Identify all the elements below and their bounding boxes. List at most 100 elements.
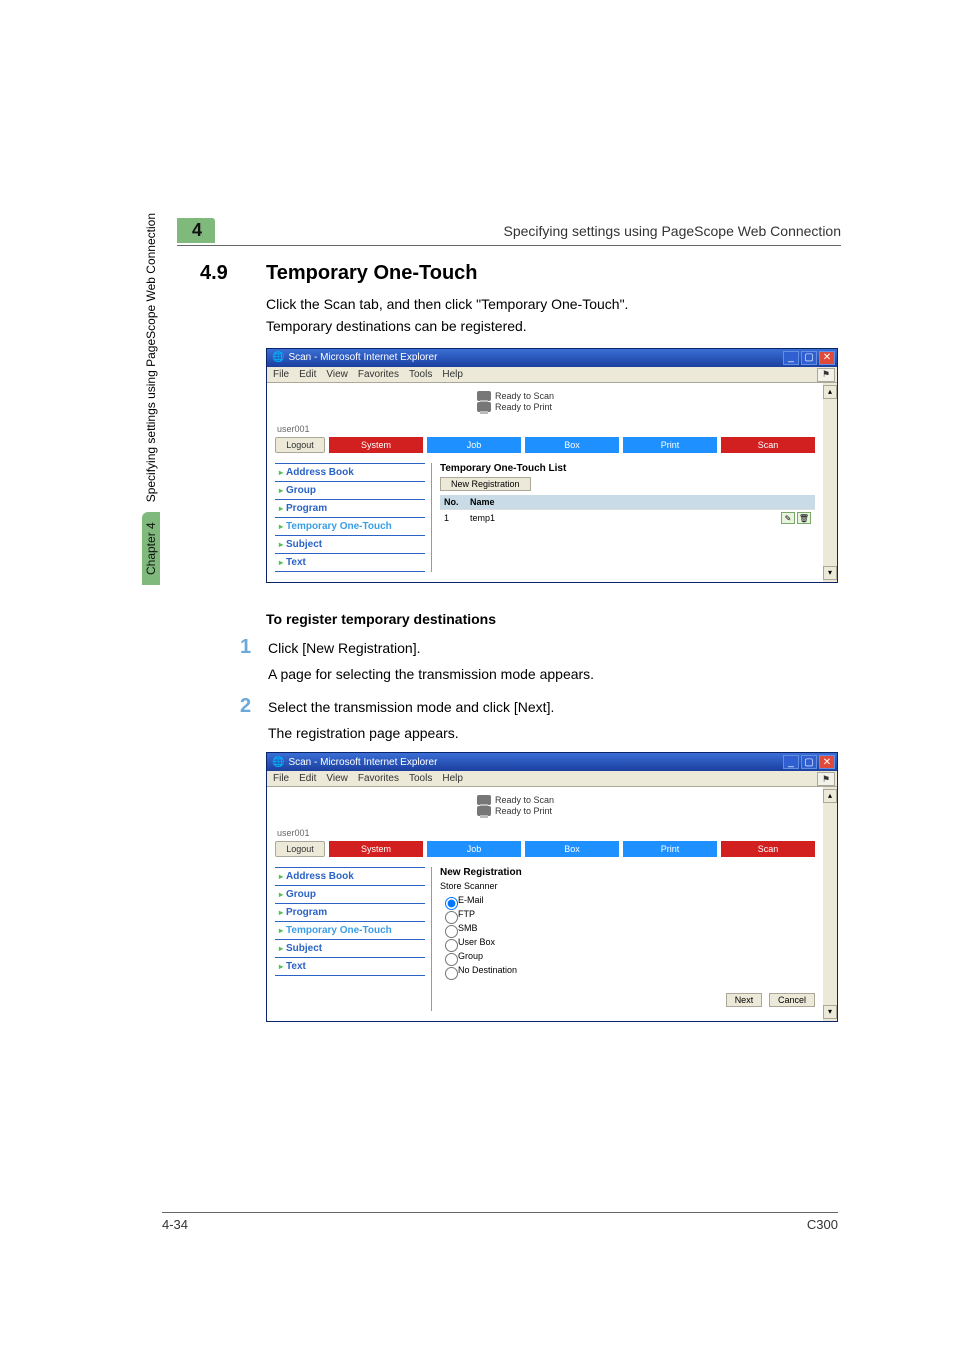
- sidenav-temporary[interactable]: Temporary One-Touch: [275, 921, 425, 939]
- scroll-up[interactable]: ▴: [823, 789, 837, 803]
- menu-file[interactable]: File: [273, 773, 289, 784]
- sidetab-text: Specifying settings using PageScope Web …: [144, 213, 158, 502]
- list-title: Temporary One-Touch List: [440, 463, 815, 474]
- titlebar[interactable]: 🌐 Scan - Microsoft Internet Explorer _ ▢…: [267, 753, 837, 771]
- sidenav-subject[interactable]: Subject: [275, 939, 425, 957]
- scanner-icon: [477, 391, 491, 401]
- tab-scan[interactable]: Scan: [721, 437, 815, 453]
- scroll-down[interactable]: ▾: [823, 566, 837, 580]
- status-box: Ready to Scan Ready to Print: [477, 391, 554, 413]
- scanner-icon: [477, 795, 491, 805]
- menu-help[interactable]: Help: [442, 773, 463, 784]
- status-box: Ready to Scan Ready to Print: [477, 795, 554, 817]
- cell-name: temp1: [466, 509, 765, 526]
- close-button[interactable]: ✕: [819, 351, 835, 365]
- status-scan: Ready to Scan: [495, 391, 554, 401]
- tab-box[interactable]: Box: [525, 841, 619, 857]
- sub-heading: To register temporary destinations: [266, 611, 840, 627]
- sidenav-program[interactable]: Program: [275, 903, 425, 921]
- edit-icon[interactable]: ✎: [781, 512, 795, 524]
- tab-print[interactable]: Print: [623, 437, 717, 453]
- status-print: Ready to Print: [495, 402, 552, 412]
- footer-right: C300: [807, 1217, 838, 1232]
- sidenav-subject[interactable]: Subject: [275, 535, 425, 553]
- minimize-button[interactable]: _: [783, 755, 799, 769]
- close-button[interactable]: ✕: [819, 755, 835, 769]
- sidenav-group[interactable]: Group: [275, 885, 425, 903]
- menu-file[interactable]: File: [273, 369, 289, 380]
- sidenav-group[interactable]: Group: [275, 481, 425, 499]
- step-2: 2 Select the transmission mode and click…: [240, 696, 840, 745]
- scroll-down[interactable]: ▾: [823, 1005, 837, 1019]
- delete-icon[interactable]: 🗑: [797, 512, 811, 524]
- maximize-button[interactable]: ▢: [801, 755, 817, 769]
- menu-edit[interactable]: Edit: [299, 773, 316, 784]
- intro-2: Temporary destinations can be registered…: [266, 315, 840, 337]
- ie-window-1: 🌐 Scan - Microsoft Internet Explorer _ ▢…: [266, 348, 838, 583]
- section: 4.9 Temporary One-Touch Click the Scan t…: [200, 262, 840, 1022]
- opt-nodest[interactable]: No Destination: [440, 963, 815, 977]
- ie-icon: 🌐: [272, 757, 284, 768]
- tab-job[interactable]: Job: [427, 437, 521, 453]
- opt-email[interactable]: E-Mail: [440, 893, 815, 907]
- printer-icon: [477, 402, 491, 412]
- tab-scan[interactable]: Scan: [721, 841, 815, 857]
- step-1-desc: A page for selecting the transmission mo…: [268, 663, 840, 685]
- side-tab: Chapter 4 Specifying settings using Page…: [142, 213, 160, 585]
- sidetab-chapter: Chapter 4: [142, 512, 160, 585]
- menu-edit[interactable]: Edit: [299, 369, 316, 380]
- one-touch-table: No. Name 1 temp1 ✎🗑: [440, 495, 815, 526]
- col-name: Name: [466, 495, 765, 510]
- tab-print[interactable]: Print: [623, 841, 717, 857]
- step-2-desc: The registration page appears.: [268, 722, 840, 744]
- footer-left: 4-34: [162, 1217, 188, 1232]
- menu-favorites[interactable]: Favorites: [358, 369, 399, 380]
- step-2-num: 2: [240, 696, 264, 745]
- menu-favorites[interactable]: Favorites: [358, 773, 399, 784]
- titlebar[interactable]: 🌐 Scan - Microsoft Internet Explorer _ ▢…: [267, 349, 837, 367]
- tab-job[interactable]: Job: [427, 841, 521, 857]
- main-panel: New Registration Store Scanner E-Mail FT…: [431, 867, 815, 1011]
- menu-view[interactable]: View: [326, 773, 348, 784]
- opt-smb[interactable]: SMB: [440, 921, 815, 935]
- step-1-text: Click [New Registration].: [268, 637, 840, 659]
- step-1: 1 Click [New Registration]. A page for s…: [240, 637, 840, 686]
- logout-button[interactable]: Logout: [275, 437, 325, 453]
- status-print: Ready to Print: [495, 806, 552, 816]
- sidenav-text[interactable]: Text: [275, 957, 425, 976]
- user-caption: user001: [277, 424, 815, 434]
- menu-tools[interactable]: Tools: [409, 369, 432, 380]
- header-title: Specifying settings using PageScope Web …: [221, 223, 841, 239]
- sidenav-text[interactable]: Text: [275, 553, 425, 572]
- scroll-up[interactable]: ▴: [823, 385, 837, 399]
- cancel-button[interactable]: Cancel: [769, 993, 815, 1007]
- minimize-button[interactable]: _: [783, 351, 799, 365]
- sidenav-addressbook[interactable]: Address Book: [275, 463, 425, 481]
- opt-group[interactable]: Group: [440, 949, 815, 963]
- printer-icon: [477, 806, 491, 816]
- menu-view[interactable]: View: [326, 369, 348, 380]
- store-scanner-label: Store Scanner: [440, 881, 815, 891]
- menu-help[interactable]: Help: [442, 369, 463, 380]
- ie-throbber: ⚑: [817, 772, 835, 786]
- sidenav-addressbook[interactable]: Address Book: [275, 867, 425, 885]
- new-registration-button[interactable]: New Registration: [440, 477, 531, 491]
- tab-box[interactable]: Box: [525, 437, 619, 453]
- radio-nodest[interactable]: [445, 967, 458, 980]
- maximize-button[interactable]: ▢: [801, 351, 817, 365]
- sidenav-temporary[interactable]: Temporary One-Touch: [275, 517, 425, 535]
- opt-userbox[interactable]: User Box: [440, 935, 815, 949]
- logout-button[interactable]: Logout: [275, 841, 325, 857]
- next-button[interactable]: Next: [726, 993, 763, 1007]
- ie-window-2: 🌐 Scan - Microsoft Internet Explorer _ ▢…: [266, 752, 838, 1022]
- content-area: ▴ ▾ Ready to Scan Ready to Print user001…: [267, 787, 837, 1021]
- sidenav-program[interactable]: Program: [275, 499, 425, 517]
- col-no: No.: [440, 495, 466, 510]
- opt-ftp[interactable]: FTP: [440, 907, 815, 921]
- tab-system[interactable]: System: [329, 841, 423, 857]
- step-2-text: Select the transmission mode and click […: [268, 696, 840, 718]
- table-row: 1 temp1 ✎🗑: [440, 509, 815, 526]
- status-scan: Ready to Scan: [495, 795, 554, 805]
- tab-system[interactable]: System: [329, 437, 423, 453]
- menu-tools[interactable]: Tools: [409, 773, 432, 784]
